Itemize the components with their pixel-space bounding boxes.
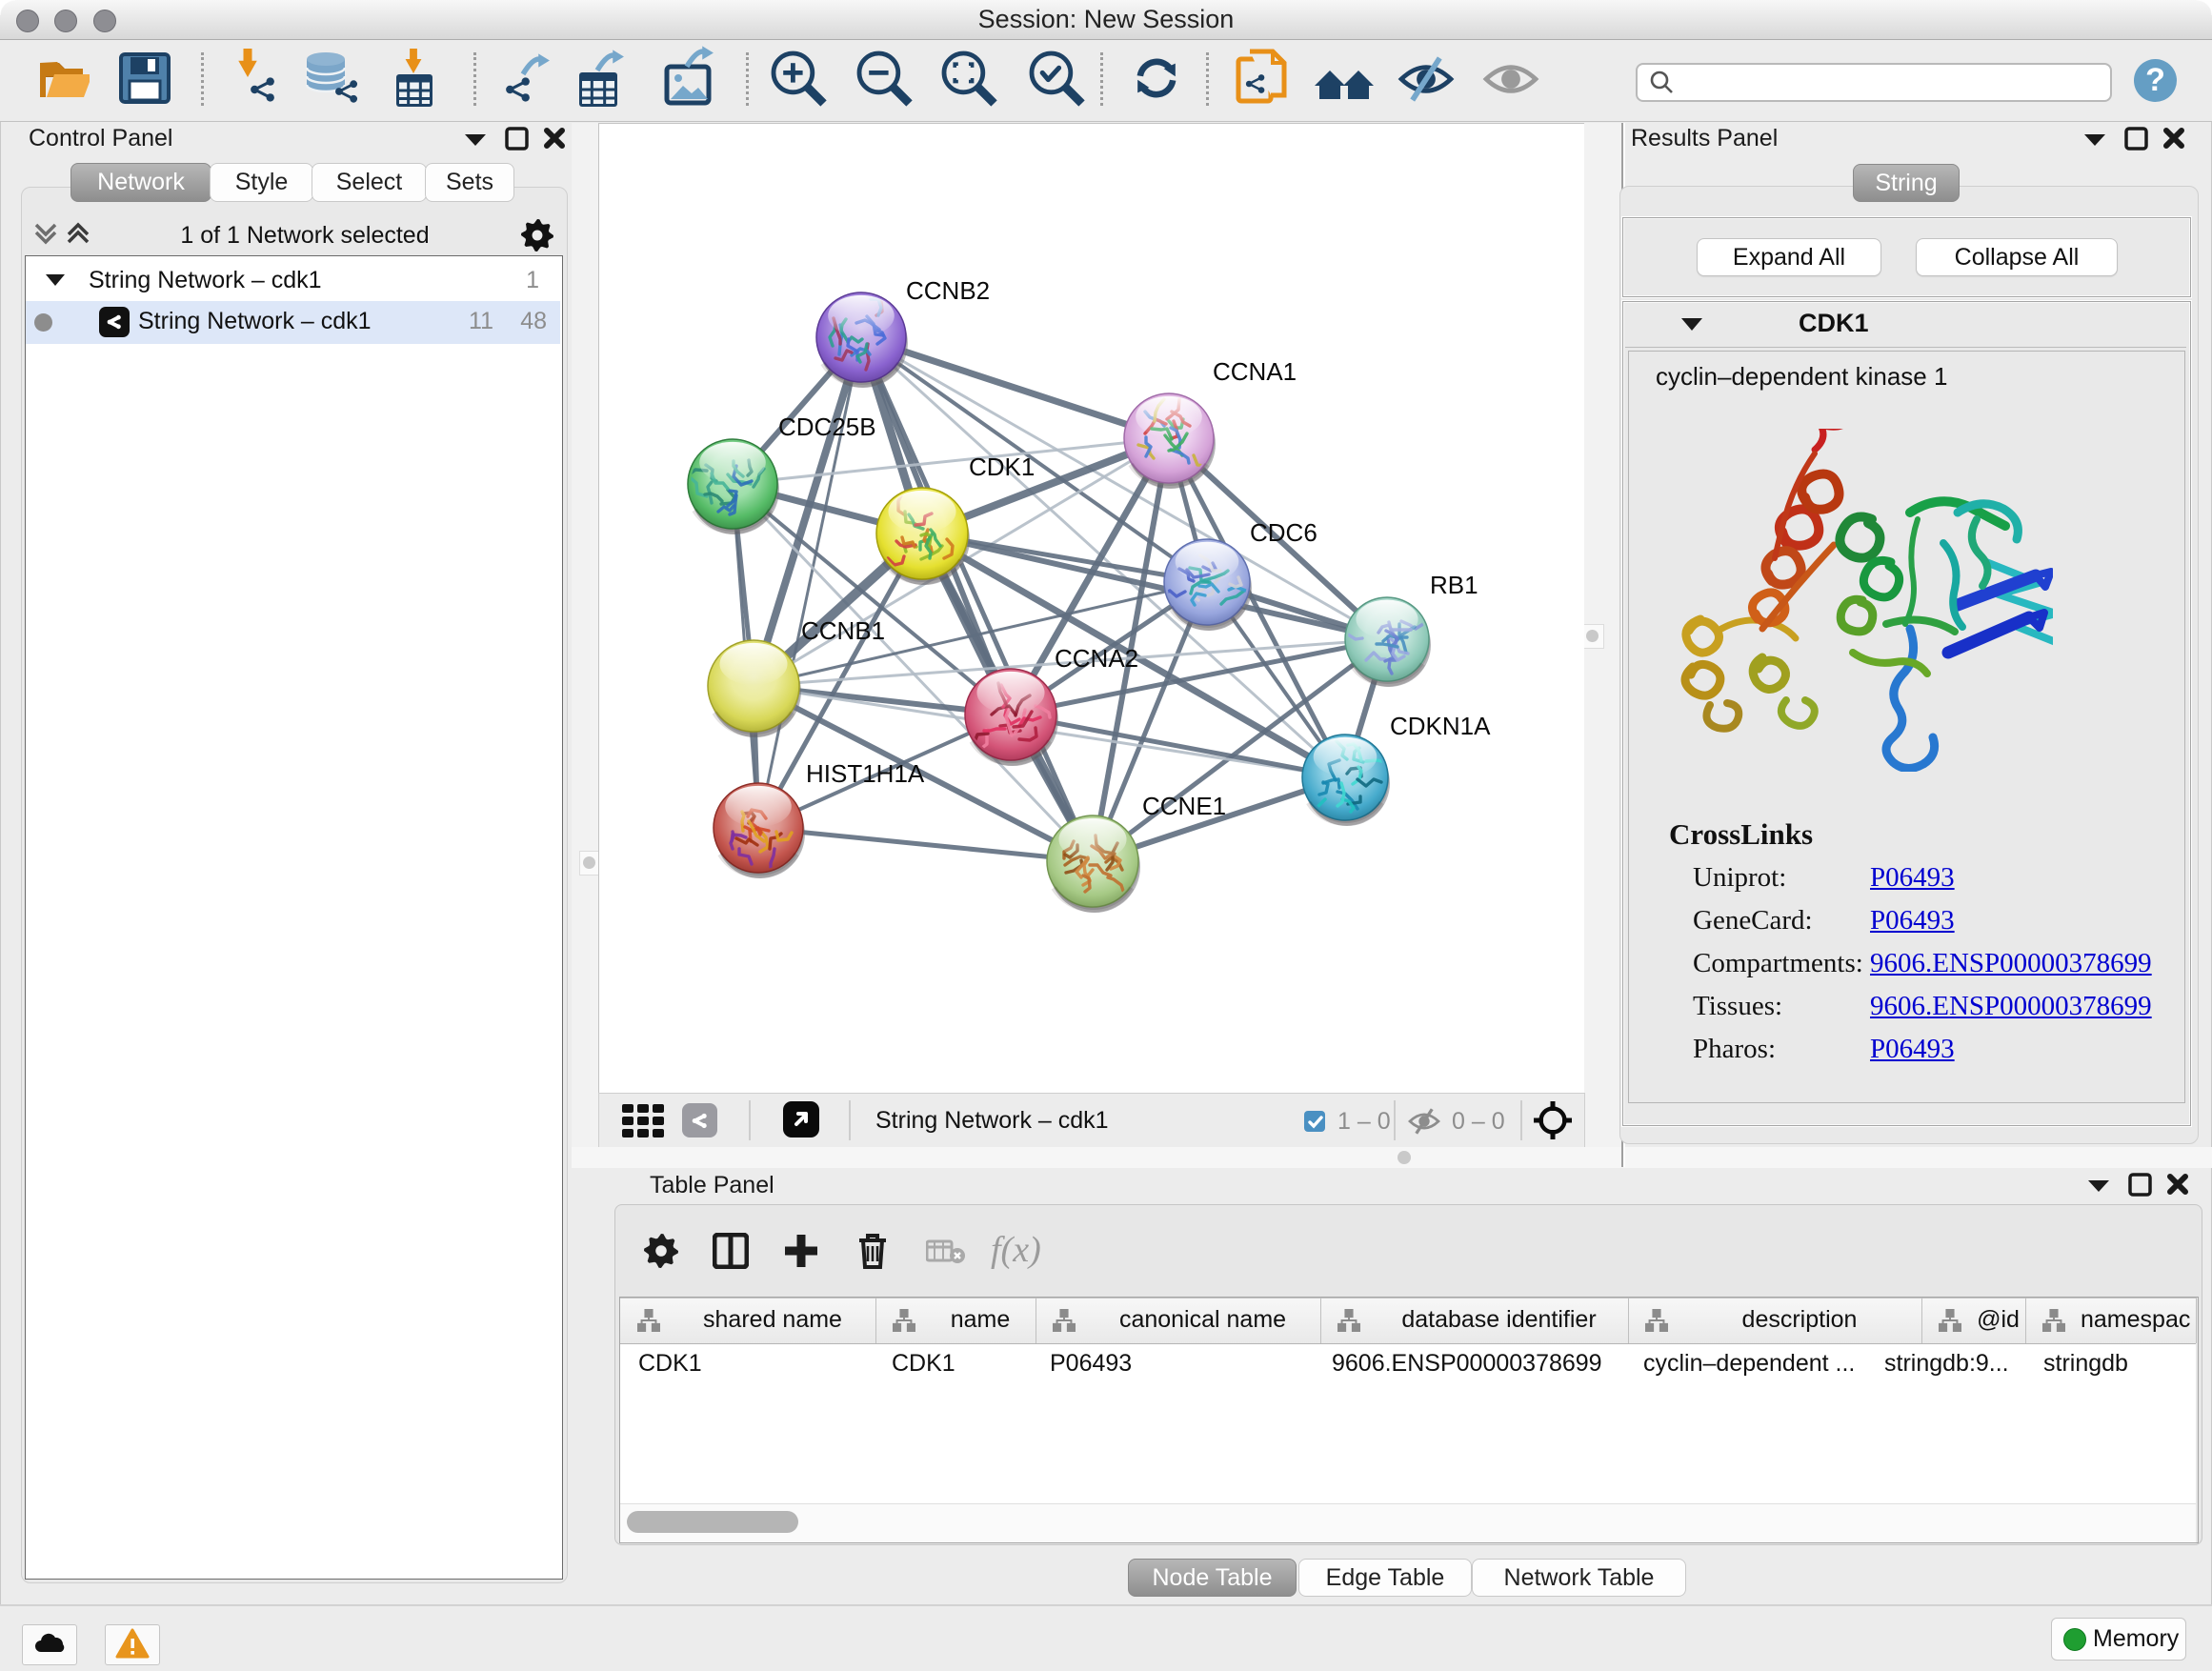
svg-text:CDC6: CDC6 [1250,518,1317,547]
svg-text:CCNB2: CCNB2 [906,276,990,305]
svg-text:RB1: RB1 [1430,571,1478,599]
svg-text:CDC25B: CDC25B [778,413,876,441]
svg-text:CCNB1: CCNB1 [801,616,885,645]
svg-text:CCNA1: CCNA1 [1213,357,1297,386]
svg-text:HIST1H1A: HIST1H1A [806,759,925,788]
svg-text:CDK1: CDK1 [969,453,1035,481]
svg-text:CDKN1A: CDKN1A [1390,712,1491,740]
svg-text:CCNA2: CCNA2 [1055,644,1138,673]
svg-text:CCNE1: CCNE1 [1142,792,1226,820]
